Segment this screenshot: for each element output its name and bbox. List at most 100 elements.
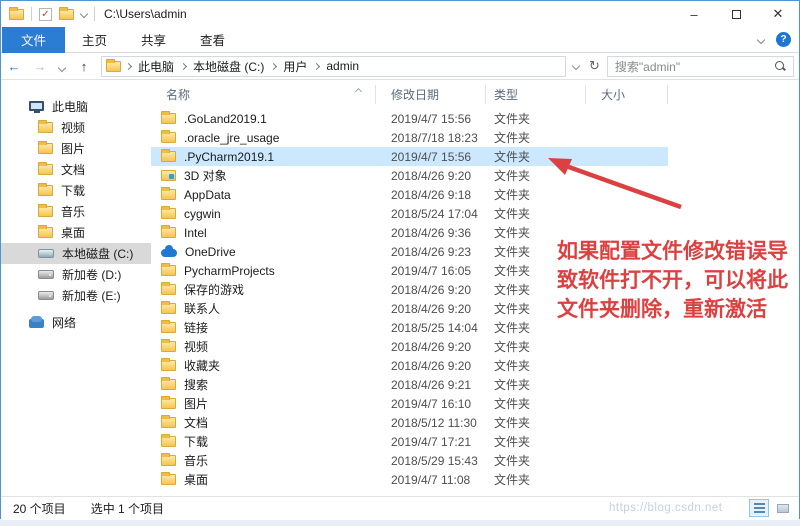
table-row[interactable]: Intel2018/4/26 9:36文件夹 <box>151 223 668 242</box>
file-type: 文件夹 <box>486 452 586 469</box>
breadcrumb-admin[interactable]: admin <box>326 59 359 73</box>
address-bar: ← → ↑ 此电脑 本地磁盘 (C:) 用户 admin ↻ 搜索"admin" <box>1 53 799 80</box>
table-row[interactable]: 3D 对象2018/4/26 9:20文件夹 <box>151 166 668 185</box>
table-row[interactable]: 桌面2019/4/7 11:08文件夹 <box>151 470 668 489</box>
file-type: 文件夹 <box>486 148 586 165</box>
breadcrumb-local-disk-c[interactable]: 本地磁盘 (C:) <box>193 58 264 75</box>
table-row[interactable]: PycharmProjects2019/4/7 16:05文件夹 <box>151 261 668 280</box>
expand-ribbon-icon[interactable] <box>757 35 765 43</box>
breadcrumb-users[interactable]: 用户 <box>283 58 307 75</box>
folder-icon <box>161 398 176 409</box>
file-type: 文件夹 <box>486 471 586 488</box>
sidebar-item[interactable]: 视频 <box>1 117 151 138</box>
explorer-window: ✓ C:\Users\admin – ✕ 文件 主页 共享 查看 ? ← → ↑ <box>0 0 800 519</box>
details-view-icon <box>754 503 765 513</box>
tab-view[interactable]: 查看 <box>183 29 242 51</box>
recent-locations-icon[interactable] <box>53 59 71 74</box>
sidebar-item[interactable]: 图片 <box>1 138 151 159</box>
folder-icon <box>161 189 176 200</box>
file-type: 文件夹 <box>486 262 586 279</box>
maximize-button[interactable] <box>715 1 757 27</box>
table-row[interactable]: .GoLand2019.12019/4/7 15:56文件夹 <box>151 109 668 128</box>
close-button[interactable]: ✕ <box>757 1 799 27</box>
file-name: 音乐 <box>184 452 208 469</box>
file-type: 文件夹 <box>486 243 586 260</box>
folder-icon <box>38 143 53 154</box>
column-header-size[interactable]: 大小 <box>586 85 668 104</box>
tab-home[interactable]: 主页 <box>65 29 124 51</box>
chevron-right-icon <box>125 62 132 69</box>
table-row[interactable]: 音乐 2018/5/29 15:43文件夹 <box>151 451 668 470</box>
table-row[interactable]: 文档2018/5/12 11:30文件夹 <box>151 413 668 432</box>
folder-icon <box>38 206 53 217</box>
address-box[interactable]: 此电脑 本地磁盘 (C:) 用户 admin <box>101 56 566 77</box>
minimize-button[interactable]: – <box>673 1 715 27</box>
sidebar-item-label: 本地磁盘 (C:) <box>62 245 133 262</box>
address-dropdown-icon[interactable] <box>572 62 580 70</box>
folder-icon <box>38 227 53 238</box>
maximize-icon <box>732 10 741 19</box>
table-row[interactable]: 搜索2018/4/26 9:21文件夹 <box>151 375 668 394</box>
divider <box>31 7 32 21</box>
table-row[interactable]: AppData2018/4/26 9:18文件夹 <box>151 185 668 204</box>
sidebar-item[interactable]: 下载 <box>1 180 151 201</box>
watermark: https://blog.csdn.net <box>609 502 722 514</box>
table-row[interactable]: 保存的游戏2018/4/26 9:20文件夹 <box>151 280 668 299</box>
folder-icon <box>161 132 176 143</box>
sidebar: 此电脑视频图片文档下载音乐桌面本地磁盘 (C:) 新加卷 (D:)新加卷 (E:)… <box>1 80 151 496</box>
ribbon-tabs: 文件 主页 共享 查看 ? <box>1 27 799 53</box>
file-type: 文件夹 <box>486 357 586 374</box>
new-folder-icon[interactable] <box>59 9 74 20</box>
thumbnail-view-button[interactable] <box>773 499 793 517</box>
sidebar-item[interactable]: 音乐 <box>1 201 151 222</box>
refresh-icon[interactable]: ↻ <box>589 58 600 74</box>
help-icon[interactable]: ? <box>776 32 791 47</box>
selected-count: 选中 1 个项目 <box>91 500 164 517</box>
table-row[interactable]: 收藏夹2018/4/26 9:20文件夹 <box>151 356 668 375</box>
folder-icon <box>161 360 176 371</box>
table-row[interactable]: cygwin2018/5/24 17:04文件夹 <box>151 204 668 223</box>
file-date-modified: 2018/4/26 9:36 <box>376 226 486 240</box>
forward-button[interactable]: → <box>27 59 53 74</box>
sidebar-item[interactable]: 新加卷 (E:) <box>1 285 151 306</box>
table-row[interactable]: 链接2018/5/25 14:04文件夹 <box>151 318 668 337</box>
table-row[interactable]: OneDrive2018/4/26 9:23文件夹 <box>151 242 668 261</box>
sidebar-item[interactable]: 此电脑 <box>1 96 151 117</box>
sort-ascending-icon[interactable] <box>356 81 361 99</box>
sidebar-item[interactable]: 文档 <box>1 159 151 180</box>
sidebar-item[interactable]: 本地磁盘 (C:) <box>1 243 151 264</box>
tab-file[interactable]: 文件 <box>2 27 65 53</box>
search-input[interactable]: 搜索"admin" <box>607 56 794 77</box>
file-name: 收藏夹 <box>184 357 220 374</box>
table-row[interactable]: .oracle_jre_usage2018/7/18 18:23文件夹 <box>151 128 668 147</box>
file-name: .oracle_jre_usage <box>184 131 279 145</box>
table-row[interactable]: 视频2018/4/26 9:20文件夹 <box>151 337 668 356</box>
column-headers: 名称 修改日期 类型 大小 <box>151 85 799 104</box>
sidebar-item[interactable]: 新加卷 (D:) <box>1 264 151 285</box>
column-header-date-modified[interactable]: 修改日期 <box>376 85 486 104</box>
table-row[interactable]: 图片2019/4/7 16:10文件夹 <box>151 394 668 413</box>
file-type: 文件夹 <box>486 300 586 317</box>
file-date-modified: 2018/4/26 9:21 <box>376 378 486 392</box>
sidebar-item[interactable]: 网络 <box>1 312 151 333</box>
search-icon[interactable] <box>774 60 786 72</box>
folder-icon <box>161 322 176 333</box>
file-type: 文件夹 <box>486 338 586 355</box>
breadcrumb-this-pc[interactable]: 此电脑 <box>138 58 174 75</box>
column-header-type[interactable]: 类型 <box>486 85 586 104</box>
up-button[interactable]: ↑ <box>71 59 97 74</box>
column-header-name[interactable]: 名称 <box>151 85 376 104</box>
details-view-button[interactable] <box>749 499 769 517</box>
table-row[interactable]: 下载2019/4/7 17:21文件夹 <box>151 432 668 451</box>
file-date-modified: 2019/4/7 11:08 <box>376 473 486 487</box>
table-row[interactable]: 联系人2018/4/26 9:20文件夹 <box>151 299 668 318</box>
tab-share[interactable]: 共享 <box>124 29 183 51</box>
file-date-modified: 2018/5/29 15:43 <box>376 454 486 468</box>
properties-icon[interactable]: ✓ <box>39 8 52 21</box>
customize-toolbar-icon[interactable] <box>80 10 88 18</box>
file-type: 文件夹 <box>486 395 586 412</box>
sidebar-item[interactable]: 桌面 <box>1 222 151 243</box>
table-row[interactable]: .PyCharm2019.12019/4/7 15:56文件夹 <box>151 147 668 166</box>
file-date-modified: 2018/4/26 9:20 <box>376 302 486 316</box>
back-button[interactable]: ← <box>1 59 27 74</box>
